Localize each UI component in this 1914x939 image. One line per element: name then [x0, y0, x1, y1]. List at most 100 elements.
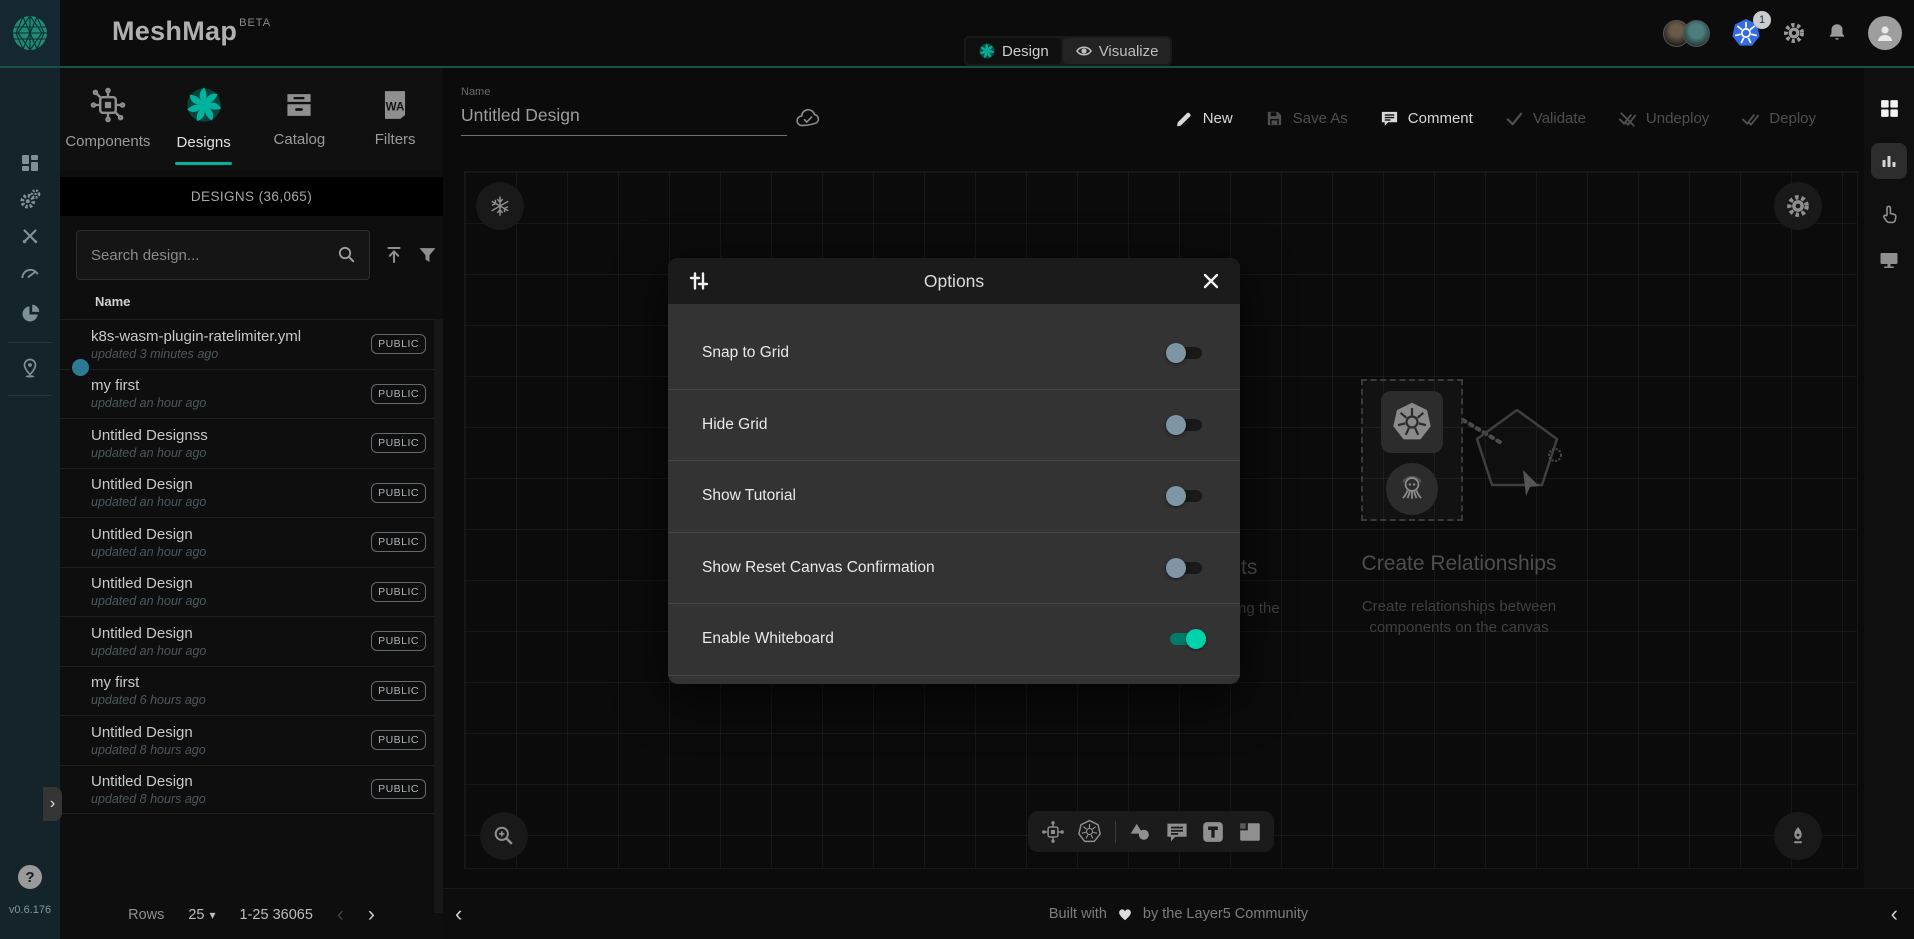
show-tutorial-toggle[interactable]: [1166, 486, 1206, 506]
tab-catalog[interactable]: Catalog: [252, 66, 348, 170]
hide-grid-toggle[interactable]: [1166, 415, 1206, 435]
shapes-tool-icon[interactable]: [1128, 820, 1152, 844]
comment-button[interactable]: Comment: [1380, 109, 1473, 128]
configuration-tools-icon[interactable]: [0, 218, 60, 254]
filter-funnel-icon[interactable]: [418, 246, 437, 265]
list-scrollbar[interactable]: [434, 319, 443, 913]
canvas-dock: [1028, 811, 1274, 852]
canvas-settings-button[interactable]: [1774, 182, 1822, 230]
tab-design[interactable]: Design: [966, 38, 1061, 64]
text-tool-icon[interactable]: [1201, 820, 1225, 844]
performance-gauge-icon[interactable]: [0, 255, 60, 291]
design-updated: updated 8 hours ago: [91, 791, 206, 807]
design-updated: updated an hour ago: [91, 593, 206, 609]
options-modal-body: Snap to Grid Hide Grid Show Tutorial Sho…: [668, 304, 1240, 684]
snowflake-button[interactable]: [476, 182, 524, 230]
extensions-pie-icon[interactable]: [0, 295, 60, 331]
design-list-item[interactable]: my first updated 6 hours ago PUBLIC: [60, 666, 434, 716]
search-box[interactable]: [76, 230, 370, 280]
components-chip-icon: [89, 86, 127, 124]
option-label: Enable Whiteboard: [702, 630, 834, 648]
pagination-bar: Rows 25▾ 1-25 36065 ‹ ›: [60, 903, 443, 927]
visibility-badge: PUBLIC: [371, 730, 426, 750]
design-list-item[interactable]: Untitled Design updated an hour ago PUBL…: [60, 616, 434, 666]
close-icon[interactable]: [1202, 272, 1220, 290]
tab-visualize[interactable]: Visualize: [1063, 38, 1171, 64]
visibility-badge: PUBLIC: [371, 334, 426, 354]
page-title: MeshMapBETA: [112, 16, 271, 47]
check-icon: [1505, 109, 1524, 128]
widgets-grid-icon[interactable]: [1879, 98, 1900, 119]
rows-label: Rows: [128, 907, 164, 923]
validate-button[interactable]: Validate: [1505, 109, 1586, 128]
media-tool-icon[interactable]: [1238, 820, 1262, 844]
upload-design-icon[interactable]: [384, 245, 404, 265]
footer-bar: ‹ Built with by the Layer5 Community ‹: [443, 888, 1914, 939]
footer-collapse-left-icon[interactable]: ‹: [455, 889, 462, 939]
touch-interactions-icon[interactable]: [1878, 203, 1900, 225]
floppy-icon: [1265, 109, 1284, 128]
visibility-badge: PUBLIC: [371, 384, 426, 404]
visibility-badge: PUBLIC: [371, 681, 426, 701]
design-list-item[interactable]: Untitled Designss updated an hour ago PU…: [60, 418, 434, 468]
settings-gear-icon[interactable]: [1782, 21, 1806, 45]
new-button[interactable]: New: [1175, 109, 1233, 128]
rail-expand-button[interactable]: ›: [43, 787, 62, 821]
component-tool-icon[interactable]: [1041, 820, 1065, 844]
catalog-drawer-icon: [282, 88, 316, 122]
tab-filters[interactable]: WA Filters: [347, 66, 443, 170]
occluded-card-title-fragment: ts: [1241, 556, 1257, 580]
save-as-button[interactable]: Save As: [1265, 109, 1348, 128]
snap-to-grid-toggle[interactable]: [1166, 343, 1206, 363]
footer-built-with: Built with: [1049, 906, 1107, 922]
layer5-logo[interactable]: [0, 0, 60, 66]
app-header: MeshMapBETA: [0, 0, 1914, 68]
lifecycle-gears-icon[interactable]: [0, 181, 60, 217]
enable-whiteboard-toggle[interactable]: [1166, 629, 1206, 649]
meshmap-app: MeshMapBETA: [0, 0, 1914, 939]
design-name-input[interactable]: [461, 98, 787, 136]
search-row: [76, 229, 437, 281]
comment-tool-icon[interactable]: [1165, 820, 1189, 844]
notifications-bell-icon[interactable]: [1826, 22, 1848, 44]
help-button[interactable]: ?: [18, 865, 42, 889]
design-list-item[interactable]: my first updated an hour ago PUBLIC: [60, 369, 434, 419]
design-list-item[interactable]: Untitled Design updated 8 hours ago PUBL…: [60, 765, 434, 815]
tab-designs[interactable]: Designs: [156, 66, 252, 170]
options-modal-title: Options: [668, 271, 1240, 292]
show-reset-canvas-confirmation-toggle[interactable]: [1166, 558, 1206, 578]
onboarding-illustration: [1361, 379, 1463, 521]
design-spiral-icon: [978, 42, 996, 60]
footer-collapse-right-icon[interactable]: ‹: [1891, 889, 1898, 939]
undeploy-button[interactable]: Undeploy: [1618, 109, 1709, 128]
design-list-item[interactable]: Untitled Design updated an hour ago PUBL…: [60, 567, 434, 617]
prev-page-button[interactable]: ‹: [337, 903, 344, 927]
design-list-item[interactable]: Untitled Design updated 8 hours ago PUBL…: [60, 715, 434, 765]
next-page-button[interactable]: ›: [368, 903, 375, 927]
design-name: Untitled Designss: [91, 426, 208, 445]
options-modal: Options Snap to Grid Hide Grid Show Tuto…: [668, 258, 1240, 684]
comment-icon: [1380, 109, 1399, 128]
chart-panel-button[interactable]: [1871, 143, 1907, 179]
kubernetes-tool-icon[interactable]: [1077, 819, 1102, 844]
mesh-sphere-icon: [10, 13, 50, 53]
rows-per-page-select[interactable]: 25▾: [188, 907, 215, 923]
search-input[interactable]: [89, 246, 337, 265]
zoom-in-button[interactable]: [480, 812, 528, 860]
display-monitor-icon[interactable]: [1878, 249, 1900, 271]
tab-components[interactable]: Components: [60, 66, 156, 170]
design-list-item[interactable]: Untitled Design updated an hour ago PUBL…: [60, 468, 434, 518]
dashboard-icon[interactable]: [0, 145, 60, 181]
profile-avatar[interactable]: [1868, 16, 1902, 50]
design-name: Untitled Design: [91, 772, 206, 791]
occluded-card-text-fragment: ng the: [1238, 600, 1280, 617]
kanvas-pin-icon[interactable]: [0, 350, 60, 386]
kubernetes-context-button[interactable]: 1: [1730, 17, 1762, 49]
collaborator-avatars[interactable]: [1663, 20, 1710, 47]
visibility-badge: PUBLIC: [371, 582, 426, 602]
deploy-button[interactable]: Deploy: [1741, 109, 1816, 128]
design-list-item[interactable]: Untitled Design updated an hour ago PUBL…: [60, 517, 434, 567]
pen-tool-button[interactable]: [1774, 812, 1822, 860]
design-list-item[interactable]: k8s-wasm-plugin-ratelimiter.yml updated …: [60, 319, 434, 369]
double-check-icon: [1741, 109, 1760, 128]
